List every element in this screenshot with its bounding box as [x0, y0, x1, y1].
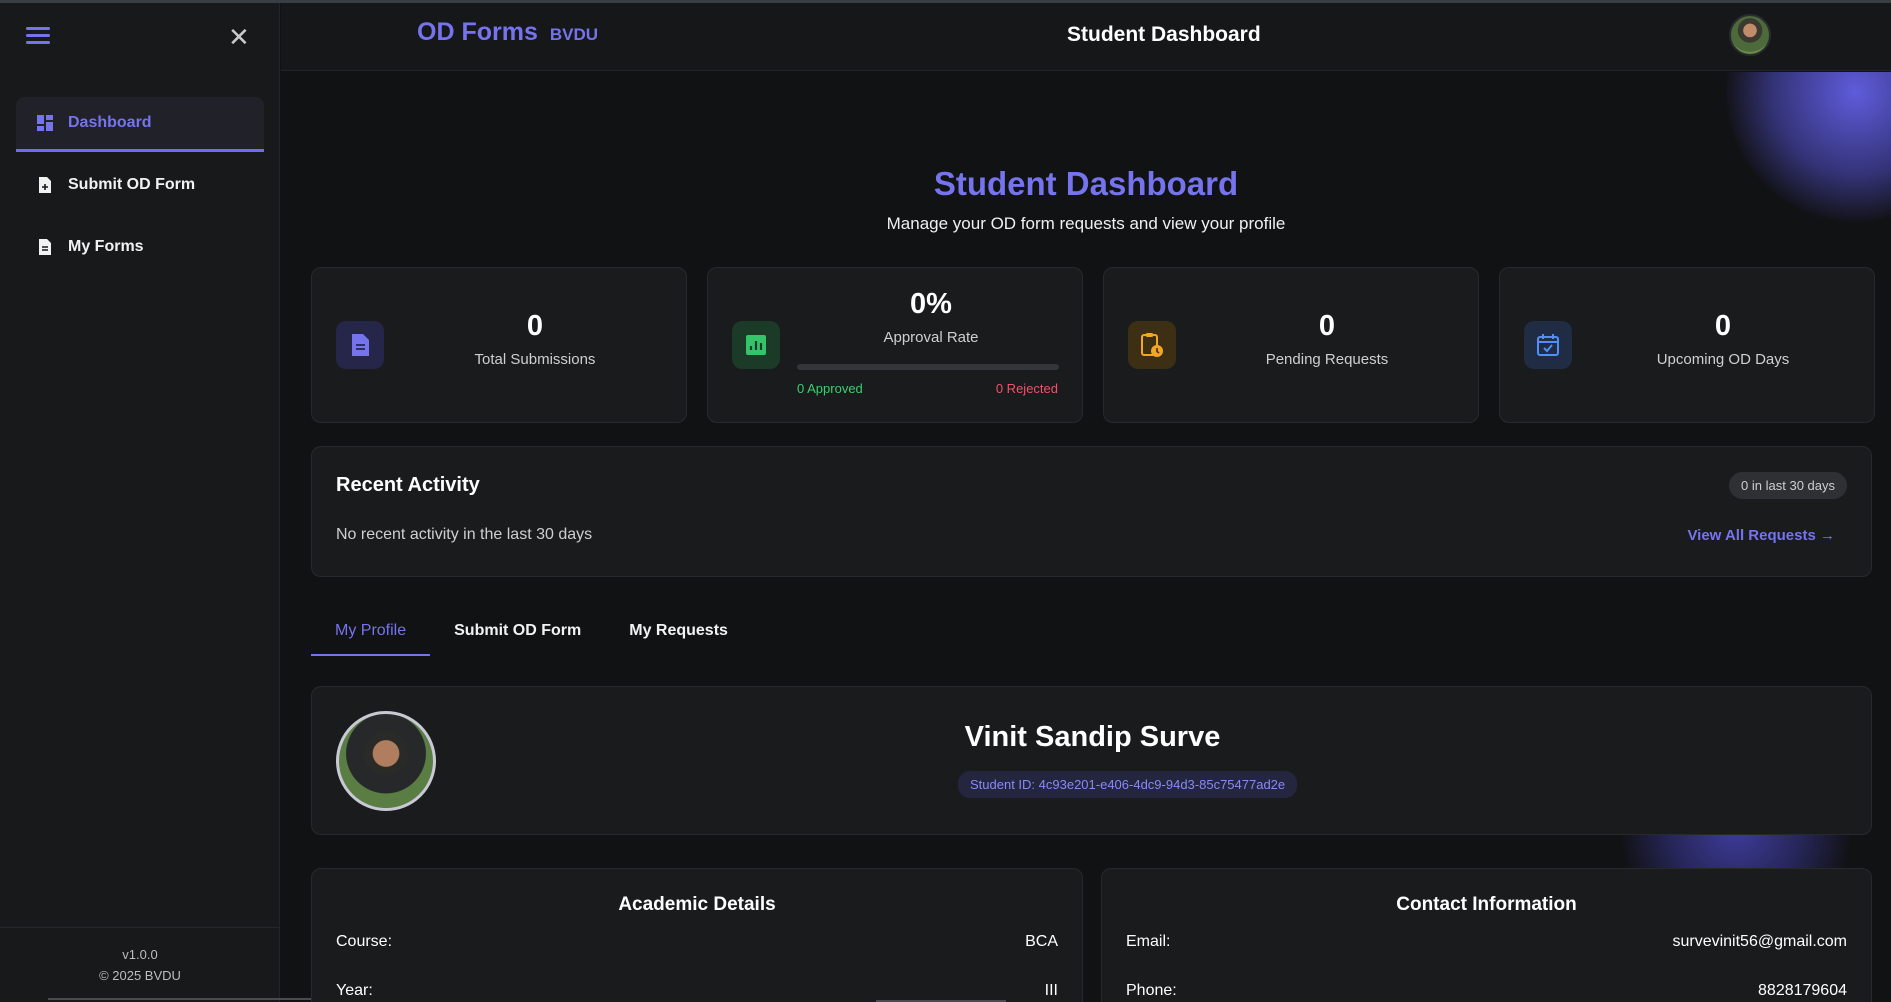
menu-icon[interactable]	[26, 27, 50, 47]
sidebar-item-my-forms[interactable]: My Forms	[16, 221, 264, 273]
profile-name: Vinit Sandip Surve	[964, 721, 1221, 753]
version-text: v1.0.0	[122, 947, 158, 962]
view-all-requests-link[interactable]: View All Requests →	[1687, 527, 1835, 544]
sidebar-footer: v1.0.0 © 2025 BVDU	[0, 927, 280, 1002]
close-icon[interactable]: ✕	[228, 24, 250, 50]
page-title: Student Dashboard	[933, 165, 1239, 202]
clipboard-clock-icon	[1128, 321, 1176, 369]
email-label: Email:	[1126, 933, 1171, 950]
arrow-right-icon: →	[1820, 527, 1835, 544]
header-title: Student Dashboard	[1067, 23, 1261, 46]
stat-value: 0	[1318, 310, 1336, 342]
sidebar-item-dashboard[interactable]: Dashboard	[16, 97, 264, 152]
stat-label: Approval Rate	[883, 329, 979, 346]
course-value: BCA	[1025, 933, 1058, 950]
sidebar-item-submit-od-form[interactable]: Submit OD Form	[16, 159, 264, 211]
sidebar-nav: Dashboard Submit OD Form My Forms	[16, 97, 264, 283]
main-content: Student Dashboard Manage your OD form re…	[281, 72, 1891, 1002]
stat-value: 0	[1714, 310, 1732, 342]
activity-count-badge: 0 in last 30 days	[1729, 472, 1847, 499]
file-add-icon	[36, 176, 54, 194]
sidebar-item-label: Submit OD Form	[68, 176, 196, 193]
page-subtitle: Manage your OD form requests and view yo…	[886, 214, 1286, 233]
top-header: OD Forms BVDU Student Dashboard	[281, 3, 1891, 71]
sidebar-item-label: My Forms	[68, 238, 144, 255]
profile-tabs: My Profile Submit OD Form My Requests	[311, 610, 752, 656]
phone-row: Phone: 8828179604	[1126, 982, 1847, 1000]
sidebar-item-label: Dashboard	[68, 114, 152, 131]
approval-progress-bar	[797, 364, 1059, 370]
course-row: Course: BCA	[336, 933, 1058, 951]
brand-name: OD Forms	[417, 18, 538, 46]
stat-label: Upcoming OD Days	[1656, 351, 1790, 368]
stat-card-total-submissions: 0 Total Submissions	[311, 267, 687, 423]
phone-label: Phone:	[1126, 982, 1177, 999]
recent-activity-card: Recent Activity 0 in last 30 days No rec…	[311, 446, 1872, 577]
student-id-badge: Student ID: 4c93e201-e406-4dc9-94d3-85c7…	[958, 771, 1298, 798]
profile-card: Vinit Sandip Surve Student ID: 4c93e201-…	[311, 686, 1872, 835]
tab-my-profile[interactable]: My Profile	[311, 610, 431, 656]
copyright-text: © 2025 BVDU	[99, 968, 181, 983]
approved-count: 0 Approved	[797, 381, 863, 396]
document-icon	[336, 321, 384, 369]
calendar-check-icon	[1524, 321, 1572, 369]
activity-empty-text: No recent activity in the last 30 days	[336, 526, 593, 543]
tab-my-requests[interactable]: My Requests	[605, 610, 752, 656]
rejected-count: 0 Rejected	[995, 381, 1058, 396]
view-all-requests-label: View All Requests	[1687, 527, 1816, 544]
year-label: Year:	[336, 982, 373, 999]
stat-value: 0	[526, 310, 544, 342]
sidebar-header: ✕	[0, 3, 279, 71]
chart-icon	[732, 321, 780, 369]
stat-card-approval-rate: 0% Approval Rate 0 Approved 0 Rejected	[707, 267, 1083, 423]
stat-value: 0%	[910, 288, 952, 320]
year-row: Year: III	[336, 982, 1058, 1000]
stat-label: Total Submissions	[474, 351, 596, 368]
academic-details-title: Academic Details	[618, 894, 776, 915]
recent-activity-title: Recent Activity	[336, 474, 480, 496]
contact-information-title: Contact Information	[1396, 894, 1577, 915]
phone-value: 8828179604	[1758, 982, 1847, 999]
year-value: III	[1044, 982, 1058, 999]
contact-information-card: Contact Information Email: survevinit56@…	[1101, 868, 1872, 1002]
user-avatar[interactable]	[1729, 14, 1771, 56]
file-icon	[36, 238, 54, 256]
brand[interactable]: OD Forms BVDU	[417, 18, 598, 47]
brand-sub: BVDU	[549, 25, 599, 44]
tab-submit-od-form[interactable]: Submit OD Form	[430, 610, 605, 656]
stat-label: Pending Requests	[1265, 351, 1389, 368]
academic-details-card: Academic Details Course: BCA Year: III	[311, 868, 1083, 1002]
stat-card-pending-requests: 0 Pending Requests	[1103, 267, 1479, 423]
email-row: Email: survevinit56@gmail.com	[1126, 933, 1847, 951]
stat-card-upcoming-od-days: 0 Upcoming OD Days	[1499, 267, 1875, 423]
dashboard-icon	[36, 114, 54, 132]
course-label: Course:	[336, 933, 393, 950]
sidebar: ✕ Dashboard Submit OD Form My Forms v1.0…	[0, 3, 336, 1002]
email-value: survevinit56@gmail.com	[1672, 933, 1847, 950]
